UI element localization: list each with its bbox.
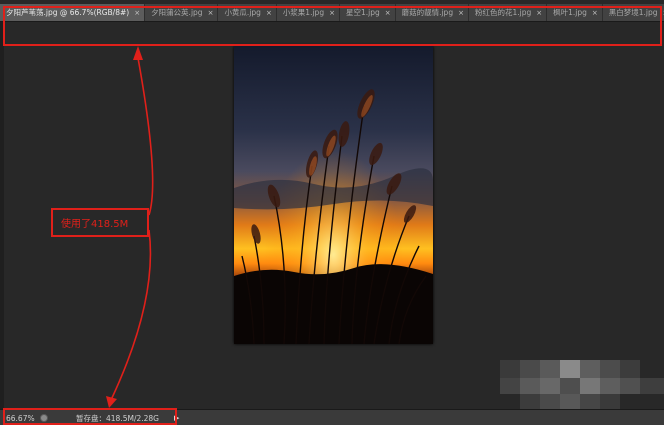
- annotation-tab-highlight: [3, 6, 662, 46]
- left-panel-edge: [0, 22, 4, 409]
- document-image[interactable]: [234, 46, 433, 344]
- mosaic-blur: [500, 360, 664, 410]
- annotation-label: 使用了418.5M: [51, 208, 149, 237]
- annotation-label-text: 使用了418.5M: [61, 219, 129, 230]
- reed-sunset-photo: [234, 46, 433, 344]
- photoshop-window: 夕阳芦苇荡.jpg @ 66.7%(RGB/8#) × 夕阳蒲公英.jpg × …: [0, 0, 664, 425]
- annotation-status-highlight: [3, 408, 177, 425]
